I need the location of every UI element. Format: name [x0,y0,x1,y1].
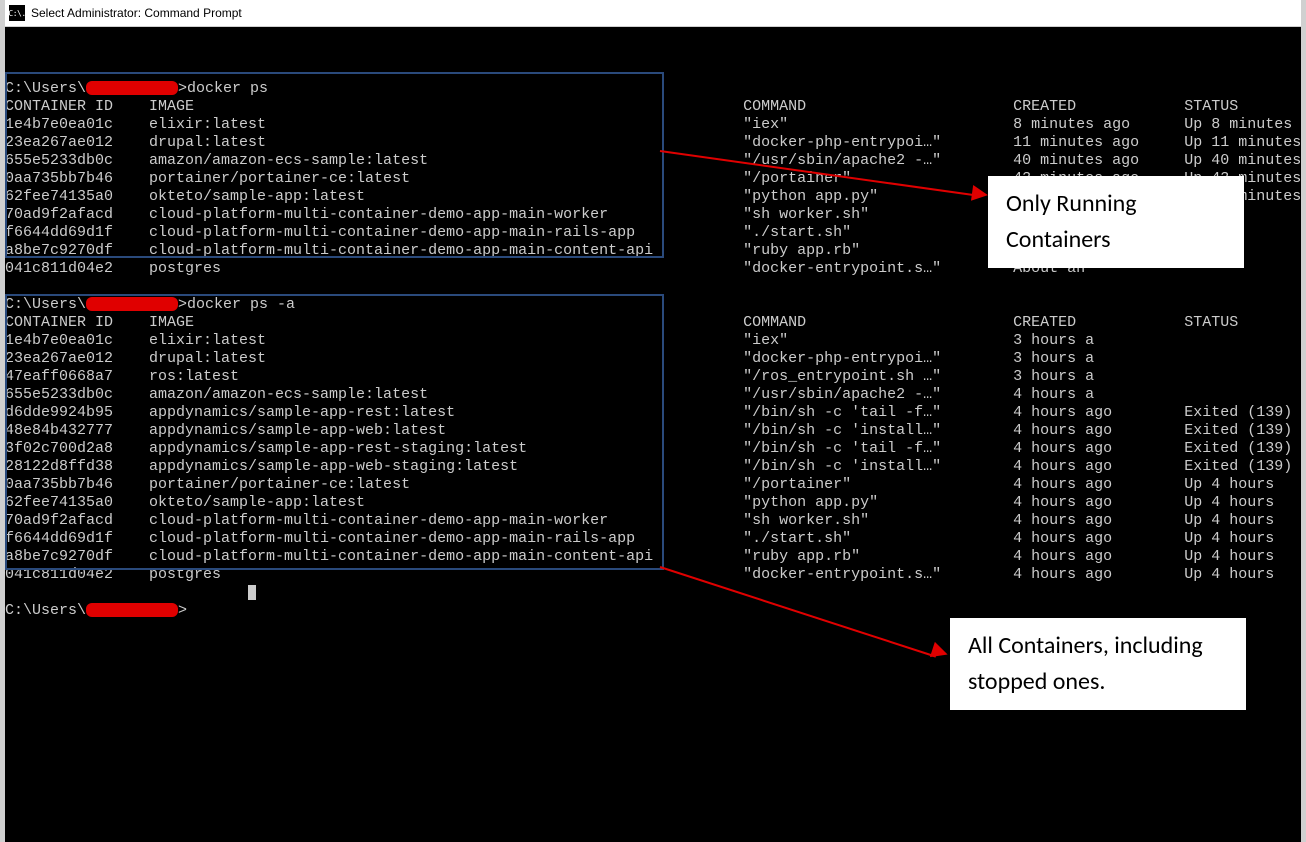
cmd-window: C:\. Select Administrator: Command Promp… [5,0,1301,842]
window-title: Select Administrator: Command Prompt [31,6,242,20]
terminal-viewport[interactable]: C:\Users\>docker ps CONTAINER ID IMAGE C… [5,26,1301,842]
window-titlebar[interactable]: C:\. Select Administrator: Command Promp… [5,0,1301,27]
redacted-username [86,81,178,95]
annotation-1: Only Running Containers [988,176,1244,268]
terminal-text[interactable]: C:\Users\>docker ps CONTAINER ID IMAGE C… [5,62,1301,620]
cmd-icon: C:\. [9,5,25,21]
redacted-username [86,297,178,311]
annotation-2: All Containers, including stopped ones. [950,618,1246,710]
text-cursor [248,585,256,600]
redacted-username [86,603,178,617]
